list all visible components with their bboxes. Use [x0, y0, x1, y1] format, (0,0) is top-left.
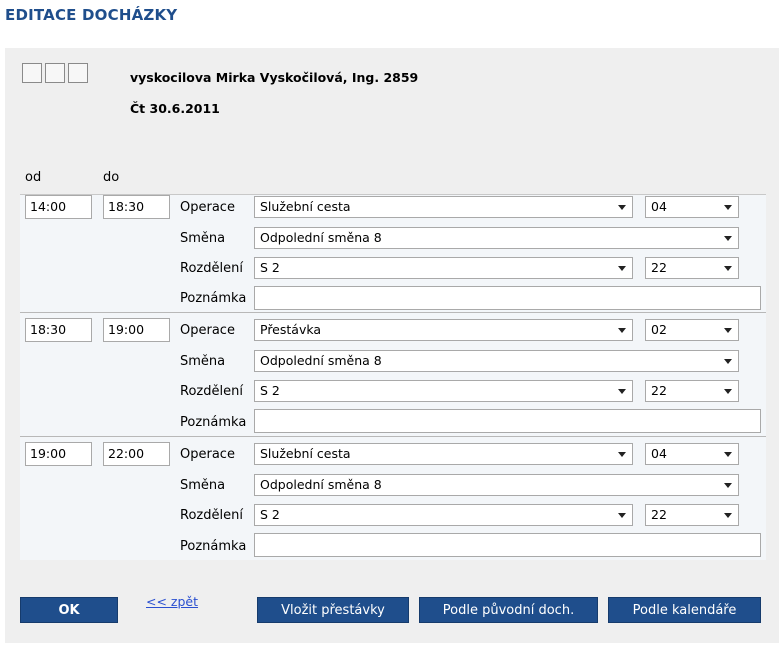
- operation-code-select[interactable]: 02: [645, 319, 739, 341]
- chevron-down-icon: [724, 513, 732, 518]
- operation-code-value: 02: [651, 322, 667, 337]
- toolbar-square-2[interactable]: [45, 63, 65, 83]
- operation-value: Přestávka: [260, 322, 322, 337]
- shift-select[interactable]: Odpolední směna 8: [254, 474, 739, 496]
- attendance-record: 18:30 19:00 Operace Přestávka 02 Směna O…: [20, 312, 766, 436]
- operation-select[interactable]: Služební cesta: [254, 443, 633, 465]
- insert-breaks-button[interactable]: Vložit přestávky: [257, 597, 409, 623]
- shift-value: Odpolední směna 8: [260, 353, 382, 368]
- time-from-input[interactable]: 18:30: [25, 318, 92, 342]
- split-code-value: 22: [651, 383, 667, 398]
- split-select[interactable]: S 2: [254, 504, 633, 526]
- toolbar-square-1[interactable]: [22, 63, 42, 83]
- column-label-from: od: [25, 170, 42, 185]
- time-from-input[interactable]: 19:00: [25, 442, 92, 466]
- split-value: S 2: [260, 383, 280, 398]
- ok-button[interactable]: OK: [20, 597, 118, 623]
- split-code-select[interactable]: 22: [645, 380, 739, 402]
- operation-select[interactable]: Služební cesta: [254, 196, 633, 218]
- chevron-down-icon: [618, 266, 626, 271]
- operation-code-value: 04: [651, 199, 667, 214]
- attendance-record: 14:00 18:30 Operace Služební cesta 04 Sm…: [20, 194, 766, 312]
- time-to-input[interactable]: 19:00: [103, 318, 170, 342]
- operation-value: Služební cesta: [260, 446, 351, 461]
- operation-code-select[interactable]: 04: [645, 443, 739, 465]
- note-input[interactable]: [254, 286, 761, 310]
- split-value: S 2: [260, 260, 280, 275]
- chevron-down-icon: [724, 483, 732, 488]
- shift-value: Odpolední směna 8: [260, 230, 382, 245]
- shift-select[interactable]: Odpolední směna 8: [254, 227, 739, 249]
- by-original-attendance-button[interactable]: Podle původní doch.: [419, 597, 598, 623]
- chevron-down-icon: [618, 205, 626, 210]
- time-to-input[interactable]: 18:30: [103, 195, 170, 219]
- shift-select[interactable]: Odpolední směna 8: [254, 350, 739, 372]
- note-label: Poznámka: [180, 415, 247, 430]
- note-label: Poznámka: [180, 539, 247, 554]
- chevron-down-icon: [618, 452, 626, 457]
- chevron-down-icon: [724, 236, 732, 241]
- split-code-value: 22: [651, 260, 667, 275]
- split-label: Rozdělení: [180, 261, 243, 276]
- chevron-down-icon: [724, 266, 732, 271]
- note-input[interactable]: [254, 409, 761, 433]
- time-from-input[interactable]: 14:00: [25, 195, 92, 219]
- chevron-down-icon: [618, 389, 626, 394]
- split-select[interactable]: S 2: [254, 257, 633, 279]
- split-code-select[interactable]: 22: [645, 504, 739, 526]
- operation-label: Operace: [180, 323, 235, 338]
- back-link[interactable]: << zpět: [146, 594, 198, 609]
- split-code-select[interactable]: 22: [645, 257, 739, 279]
- toolbar-square-3[interactable]: [68, 63, 88, 83]
- chevron-down-icon: [724, 389, 732, 394]
- shift-value: Odpolední směna 8: [260, 477, 382, 492]
- chevron-down-icon: [724, 328, 732, 333]
- shift-label: Směna: [180, 478, 226, 493]
- operation-value: Služební cesta: [260, 199, 351, 214]
- split-select[interactable]: S 2: [254, 380, 633, 402]
- attendance-records: 14:00 18:30 Operace Služební cesta 04 Sm…: [20, 194, 766, 560]
- attendance-record: 19:00 22:00 Operace Služební cesta 04 Sm…: [20, 436, 766, 560]
- chevron-down-icon: [724, 452, 732, 457]
- split-value: S 2: [260, 507, 280, 522]
- shift-label: Směna: [180, 354, 226, 369]
- employee-name: vyskocilova Mirka Vyskočilová, Ing. 2859: [130, 70, 419, 85]
- page-title: EDITACE DOCHÁZKY: [5, 6, 178, 24]
- chevron-down-icon: [618, 328, 626, 333]
- operation-select[interactable]: Přestávka: [254, 319, 633, 341]
- split-label: Rozdělení: [180, 508, 243, 523]
- note-input[interactable]: [254, 533, 761, 557]
- operation-label: Operace: [180, 447, 235, 462]
- note-label: Poznámka: [180, 291, 247, 306]
- operation-label: Operace: [180, 200, 235, 215]
- chevron-down-icon: [724, 205, 732, 210]
- split-code-value: 22: [651, 507, 667, 522]
- time-to-input[interactable]: 22:00: [103, 442, 170, 466]
- chevron-down-icon: [724, 359, 732, 364]
- shift-label: Směna: [180, 231, 226, 246]
- split-label: Rozdělení: [180, 384, 243, 399]
- operation-code-select[interactable]: 04: [645, 196, 739, 218]
- operation-code-value: 04: [651, 446, 667, 461]
- chevron-down-icon: [618, 513, 626, 518]
- attendance-date: Čt 30.6.2011: [130, 101, 220, 116]
- by-calendar-button[interactable]: Podle kalendáře: [608, 597, 761, 623]
- column-label-to: do: [103, 170, 120, 185]
